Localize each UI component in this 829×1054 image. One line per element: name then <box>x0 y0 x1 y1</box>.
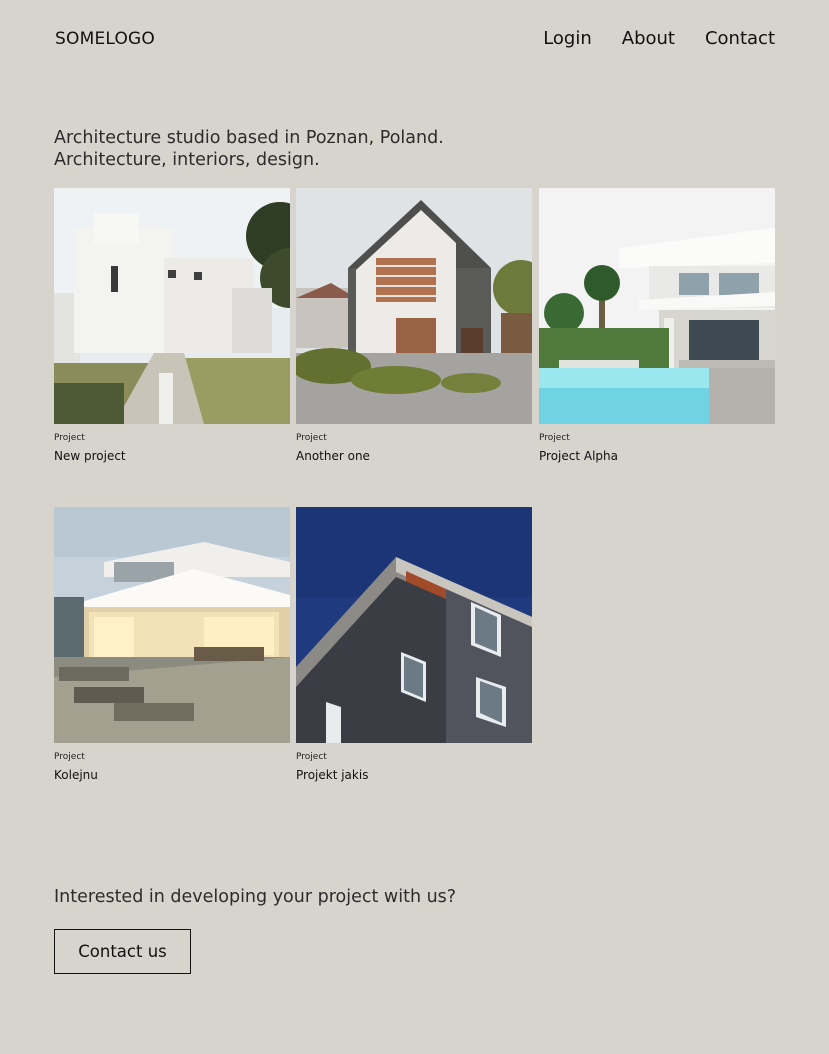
project-image-deck-house <box>54 507 290 743</box>
logo[interactable]: SOMELOGO <box>55 29 155 49</box>
contact-us-button[interactable]: Contact us <box>54 929 191 974</box>
project-card-project-alpha[interactable]: Project Project Alpha <box>539 188 775 464</box>
project-title: Projekt jakis <box>296 768 369 782</box>
project-title: New project <box>54 449 126 463</box>
intro-line-1: Architecture studio based in Poznan, Pol… <box>54 128 444 148</box>
project-category: Project <box>54 433 85 443</box>
project-title: Project Alpha <box>539 449 618 463</box>
project-image-gabled-house <box>296 188 532 424</box>
project-card-new-project[interactable]: Project New project <box>54 188 290 464</box>
project-category: Project <box>296 752 327 762</box>
nav-about-link[interactable]: About <box>622 28 675 49</box>
nav-login-link[interactable]: Login <box>543 28 592 49</box>
project-card-projekt-jakis[interactable]: Project Projekt jakis <box>296 507 532 783</box>
project-image-pool-villa <box>539 188 775 424</box>
project-card-another-one[interactable]: Project Another one <box>296 188 532 464</box>
cta-heading: Interested in developing your project wi… <box>54 887 457 907</box>
project-image-brick-facade <box>296 507 532 743</box>
project-title: Another one <box>296 449 370 463</box>
intro-line-2: Architecture, interiors, design. <box>54 150 320 170</box>
project-category: Project <box>296 433 327 443</box>
project-title: Kolejnu <box>54 768 98 782</box>
main-nav: Login About Contact <box>543 28 775 49</box>
project-image-white-villa <box>54 188 290 424</box>
project-card-kolejnu[interactable]: Project Kolejnu <box>54 507 290 783</box>
studio-intro: Architecture studio based in Poznan, Pol… <box>54 127 444 171</box>
project-category: Project <box>54 752 85 762</box>
nav-contact-link[interactable]: Contact <box>705 28 775 49</box>
project-category: Project <box>539 433 570 443</box>
